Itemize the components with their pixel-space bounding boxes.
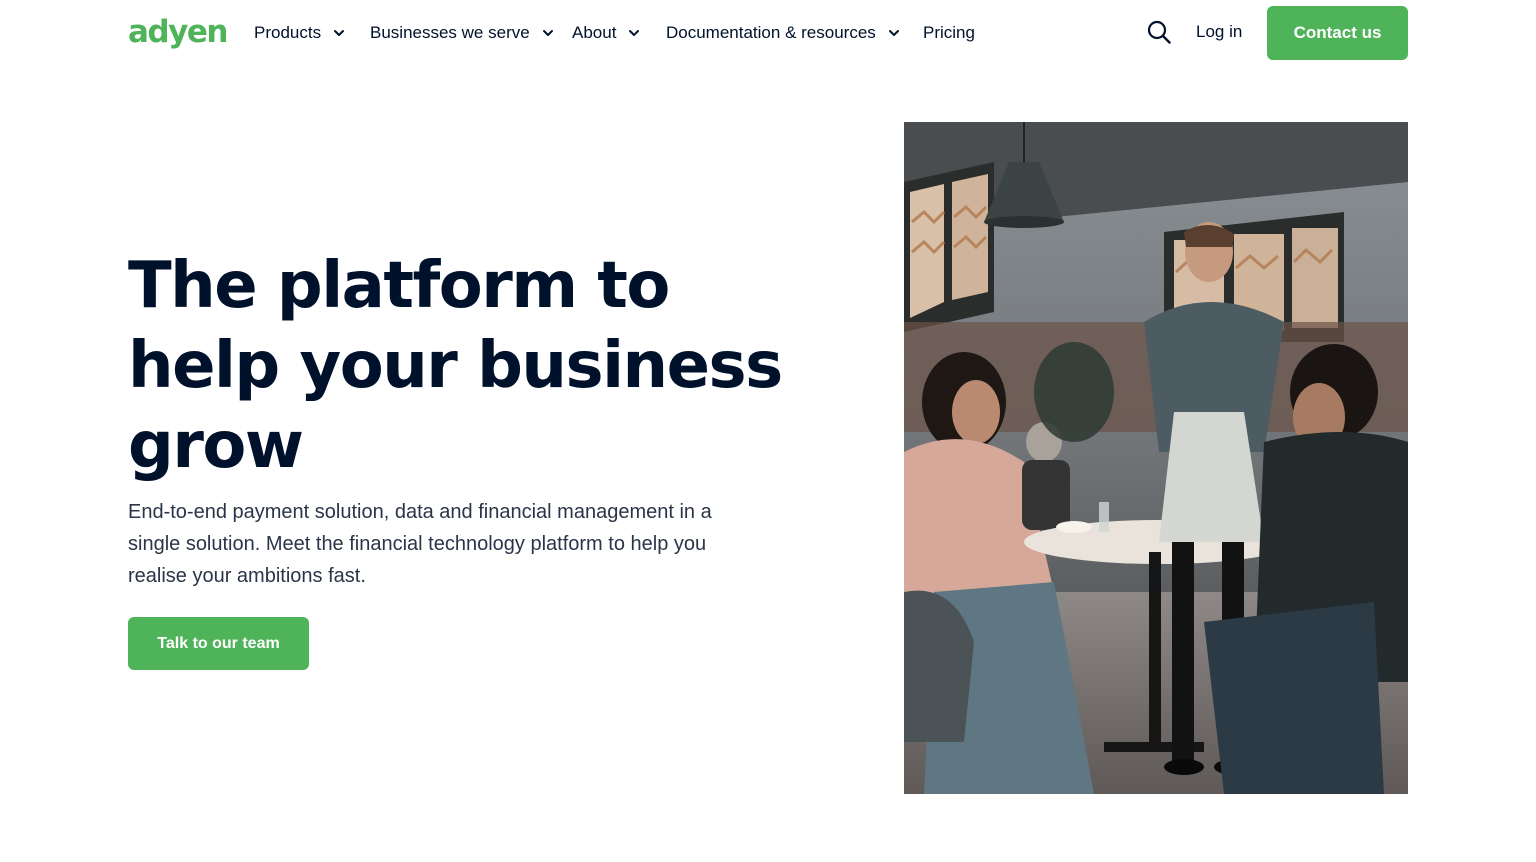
nav-item-pricing[interactable]: Pricing xyxy=(923,23,975,43)
hero-title: The platform to help your business grow xyxy=(128,246,788,486)
hero-subtitle: End-to-end payment solution, data and fi… xyxy=(128,501,712,587)
nav-item-label: Products xyxy=(254,23,322,42)
login-link[interactable]: Log in xyxy=(1196,22,1242,42)
adyen-logo[interactable]: adyen xyxy=(128,14,228,50)
nav-item-label: Documentation & resources xyxy=(666,23,876,42)
nav-item-label: Pricing xyxy=(923,23,975,42)
nav-item-products[interactable]: Products xyxy=(254,23,370,43)
chevron-down-icon xyxy=(333,27,345,39)
search-icon[interactable] xyxy=(1147,20,1171,44)
talk-to-team-button[interactable]: Talk to our team xyxy=(128,617,309,670)
nav-item-about[interactable]: About xyxy=(572,23,666,43)
chevron-down-icon xyxy=(542,27,554,39)
page: adyen Products Businesses we serve About xyxy=(0,0,1536,862)
nav-item-documentation[interactable]: Documentation & resources xyxy=(666,23,923,43)
main-nav: Products Businesses we serve About Docum… xyxy=(254,20,975,46)
contact-us-button[interactable]: Contact us xyxy=(1267,6,1408,60)
hero-title-line: grow xyxy=(128,409,304,483)
nav-item-label: Businesses we serve xyxy=(370,23,530,42)
chevron-down-icon xyxy=(888,27,900,39)
site-header: adyen Products Businesses we serve About xyxy=(0,0,1536,66)
nav-item-label: About xyxy=(572,23,617,42)
hero-title-line: help your business xyxy=(128,329,783,403)
hero-title-line: The platform to xyxy=(128,249,670,323)
chevron-down-icon xyxy=(628,27,640,39)
nav-item-businesses[interactable]: Businesses we serve xyxy=(370,23,572,43)
restaurant-photo xyxy=(904,122,1408,794)
